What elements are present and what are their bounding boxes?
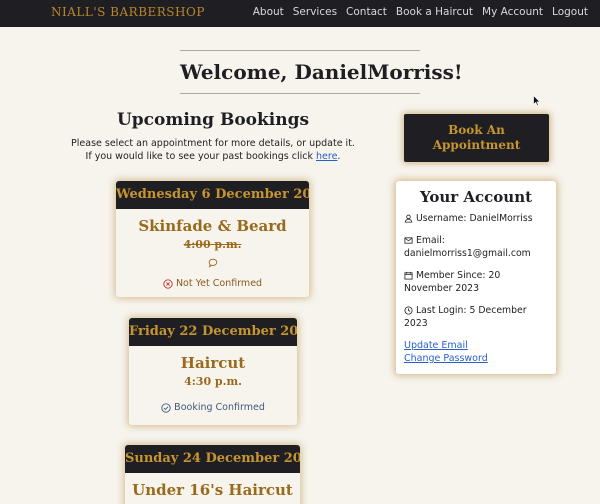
intro-suffix: . — [337, 151, 341, 162]
brand-logo[interactable]: NIALL'S BARBERSHOP — [51, 5, 205, 19]
nav-my-account[interactable]: My Account — [482, 6, 543, 18]
intro-line-2: If you would like to see your past booki… — [70, 150, 356, 163]
nav-services[interactable]: Services — [293, 6, 337, 18]
member-since-text: Member Since: 20 November 2023 — [404, 270, 501, 294]
bookings-intro: Please select an appointment for more de… — [70, 137, 356, 163]
username-text: Username: DanielMorriss — [415, 213, 533, 224]
booking-card[interactable]: Sunday 24 December 2023 Under 16's Hairc… — [125, 445, 300, 504]
booking-service: Under 16's Haircut — [132, 481, 293, 499]
page-title: Welcome, DanielMorriss! — [180, 60, 463, 84]
comment-icon — [116, 253, 309, 272]
booking-card[interactable]: Friday 22 December 2023 Haircut 4:30 p.m… — [129, 318, 297, 425]
booking-date: Sunday 24 December 2023 — [125, 445, 300, 473]
welcome-banner: Welcome, DanielMorriss! — [180, 50, 463, 94]
nav-about[interactable]: About — [253, 6, 284, 18]
book-button-line-1: Book An — [448, 123, 505, 137]
intro-line-1: Please select an appointment for more de… — [71, 138, 355, 149]
booking-time: 4:00 p.m. — [183, 238, 242, 251]
last-login-text: Last Login: 5 December 2023 — [404, 305, 527, 329]
status-text: Booking Confirmed — [174, 402, 265, 413]
nav-book-haircut[interactable]: Book a Haircut — [396, 6, 473, 18]
change-password-link[interactable]: Change Password — [404, 352, 548, 365]
booking-service: Skinfade & Beard — [138, 217, 287, 235]
nav-links: About Services Contact Book a Haircut My… — [244, 6, 588, 18]
intro-line-2-text: If you would like to see your past booki… — [85, 151, 313, 162]
booking-date: Wednesday 6 December 2023 — [116, 181, 309, 209]
update-email-link[interactable]: Update Email — [404, 339, 548, 352]
clock-icon — [404, 306, 413, 315]
navbar: NIALL'S BARBERSHOP About Services Contac… — [0, 0, 600, 27]
email-value: danielmorriss1@gmail.com — [404, 248, 531, 259]
nav-contact[interactable]: Contact — [346, 6, 387, 18]
account-username: Username: DanielMorriss — [404, 212, 548, 225]
calendar-icon — [404, 271, 413, 280]
account-member-since: Member Since: 20 November 2023 — [404, 269, 548, 295]
booking-card[interactable]: Wednesday 6 December 2023 Skinfade & Bea… — [116, 181, 309, 297]
account-email: Email: danielmorriss1@gmail.com — [404, 234, 548, 260]
account-title: Your Account — [419, 188, 533, 206]
past-bookings-link[interactable]: here — [316, 151, 337, 162]
nav-logout[interactable]: Logout — [552, 6, 588, 18]
status-text: Not Yet Confirmed — [175, 278, 263, 289]
booking-status: Booking Confirmed — [129, 402, 297, 413]
book-button-line-2: Appointment — [432, 138, 521, 152]
envelope-icon — [404, 237, 413, 244]
booking-time: 4:30 p.m. — [184, 375, 242, 388]
booking-service: Haircut — [180, 354, 246, 372]
x-circle-icon — [163, 278, 173, 289]
check-circle-icon — [161, 402, 171, 413]
email-label: Email: — [415, 235, 445, 246]
book-appointment-button[interactable]: Book An Appointment — [404, 114, 549, 162]
user-icon — [404, 214, 413, 223]
booking-date: Friday 22 December 2023 — [129, 318, 297, 346]
upcoming-bookings-heading: Upcoming Bookings — [116, 110, 310, 130]
booking-status: Not Yet Confirmed — [116, 278, 309, 289]
mouse-cursor-icon — [533, 95, 541, 107]
account-panel: Your Account Username: DanielMorriss Ema… — [396, 181, 556, 374]
account-last-login: Last Login: 5 December 2023 — [404, 304, 548, 330]
